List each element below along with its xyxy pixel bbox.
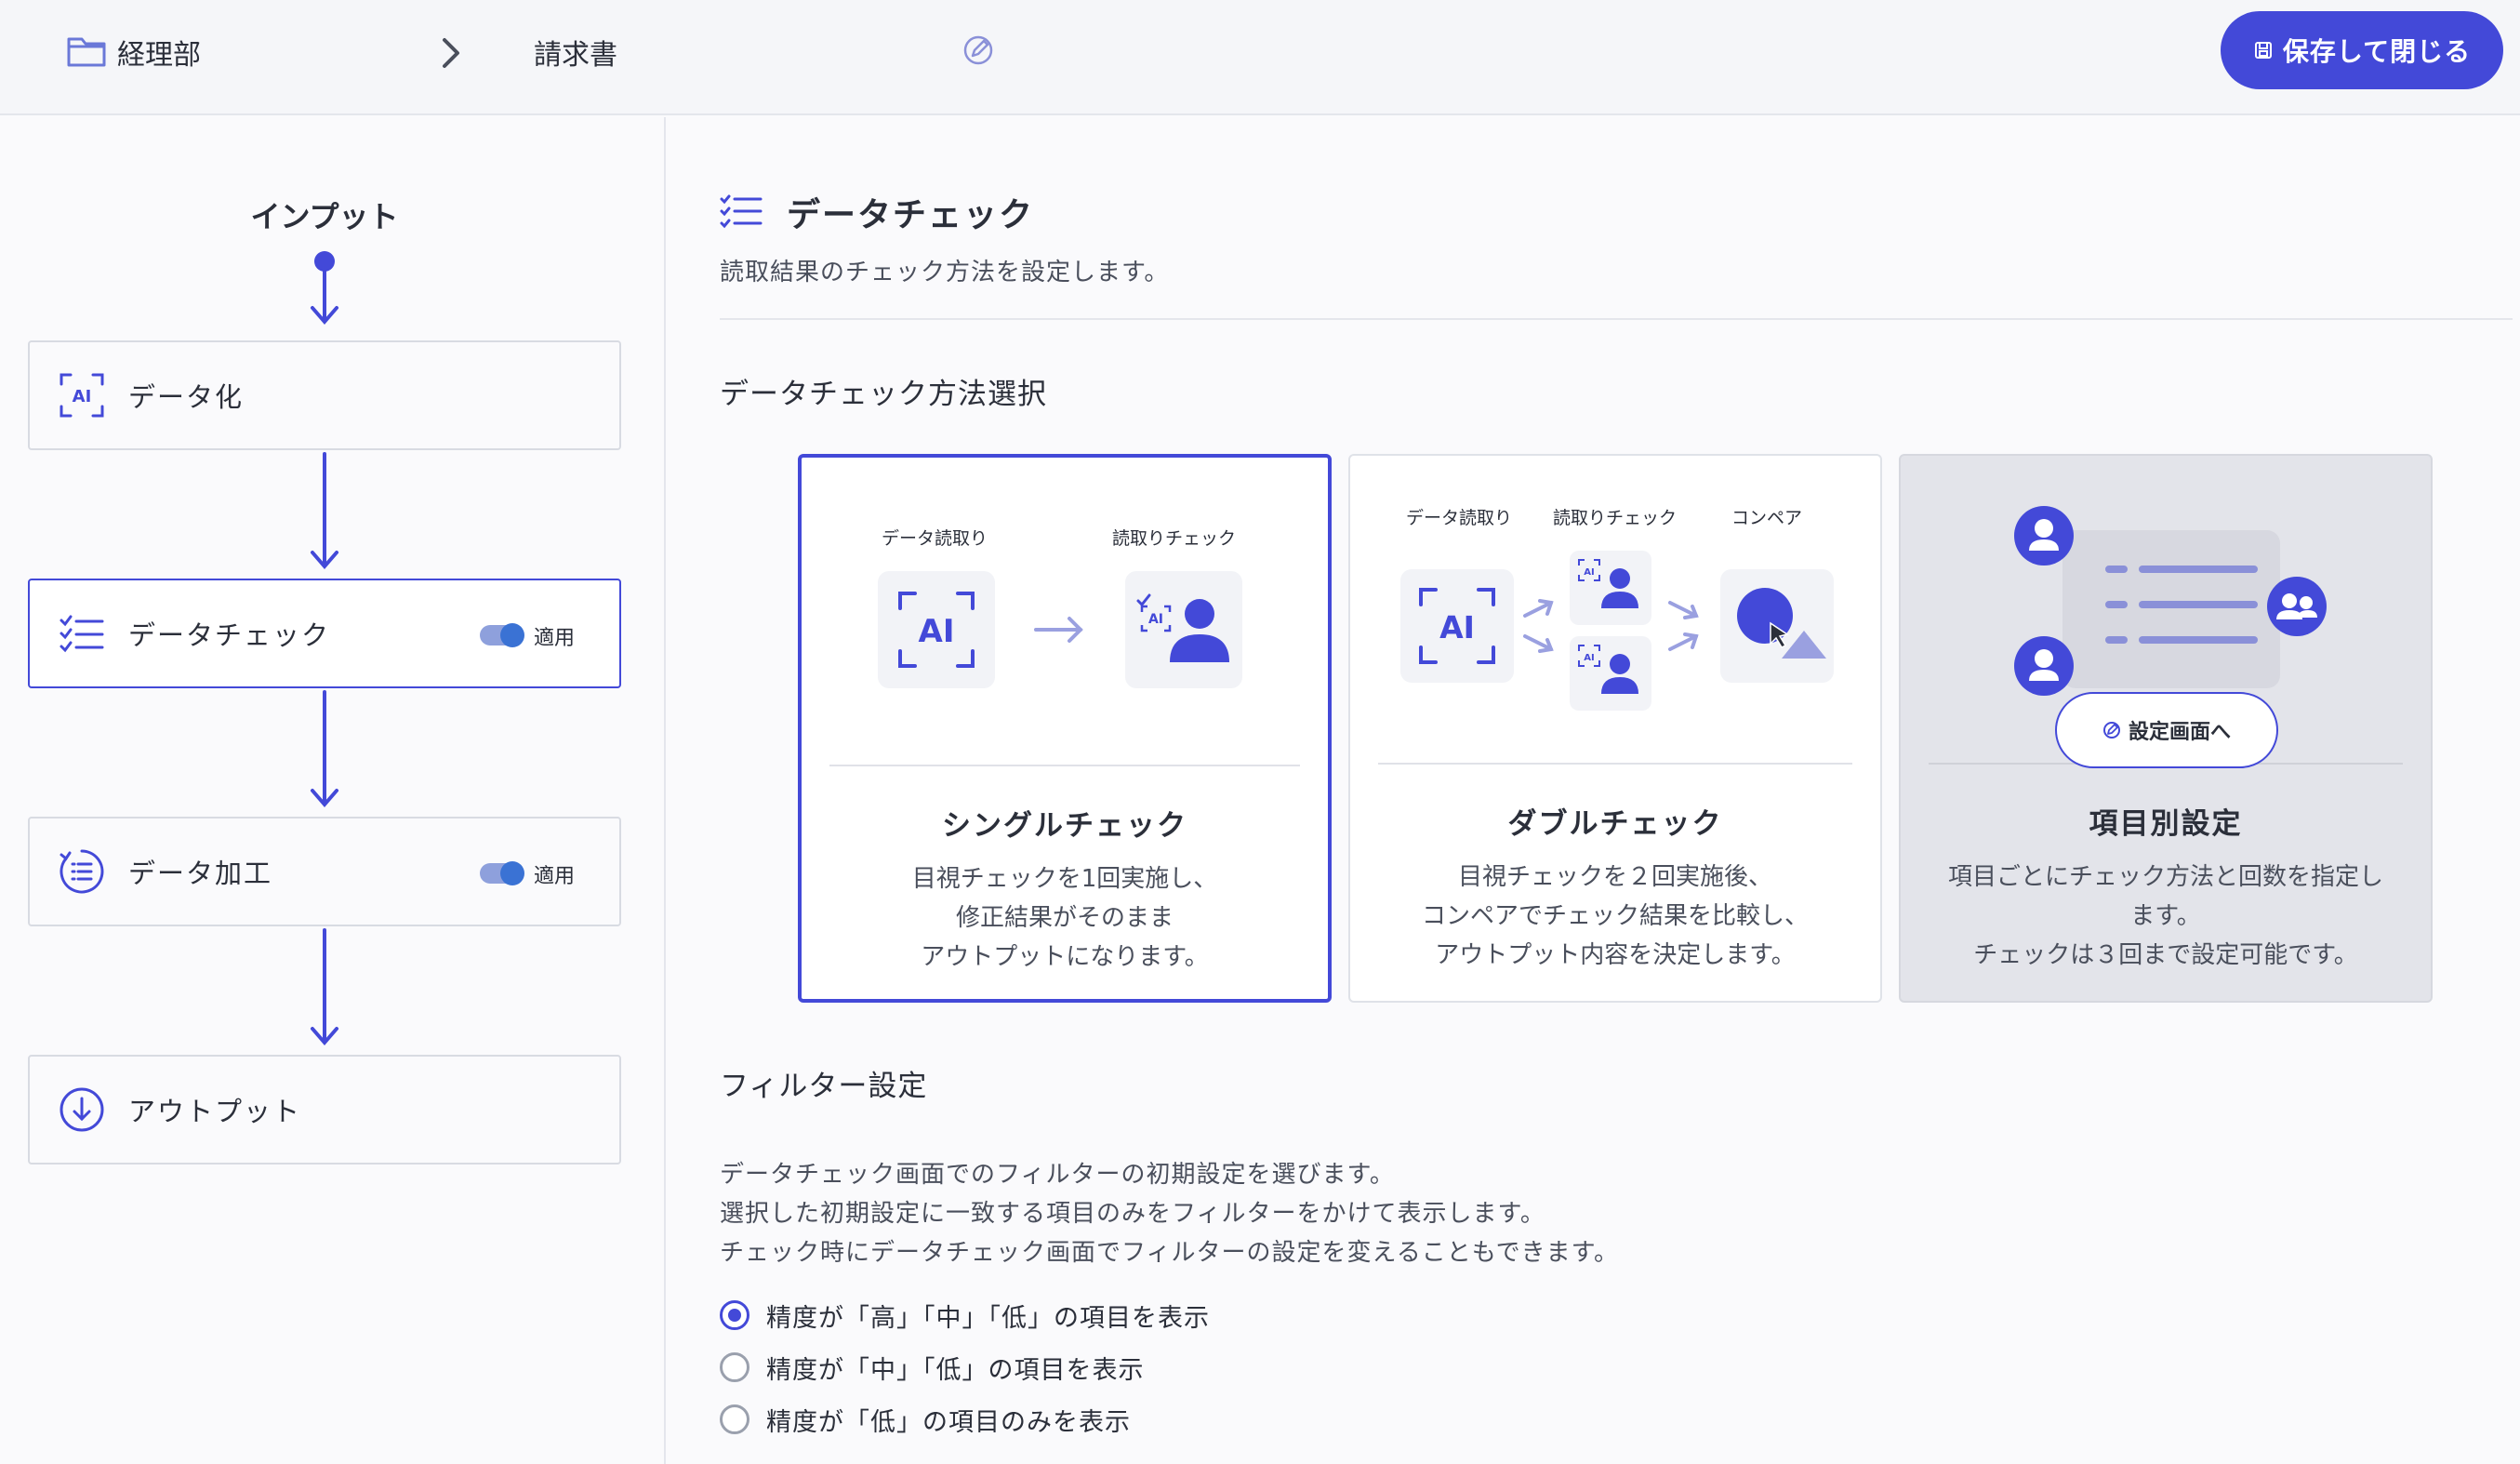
apply-toggle[interactable] — [480, 861, 524, 885]
section-title: データチェック — [787, 196, 1035, 234]
ai-read-icon: AI — [878, 571, 995, 688]
chevron-right-icon — [443, 38, 459, 68]
radio-label: 精度が「高」「中」「低」の項目を表示 — [766, 1303, 1210, 1333]
folder-icon — [67, 37, 106, 67]
open-settings-label: 設定画面へ — [2128, 721, 2231, 744]
card-description: 目視チェックを２回実施後、 コンペアでチェック結果を比較し、 アウトプット内容を… — [1369, 858, 1862, 975]
human-check-icon: AI — [1570, 551, 1651, 625]
filter-description: データチェック画面でのフィルターの初期設定を選びます。 選択した初期設定に一致す… — [720, 1155, 1619, 1272]
flow-node-label: データ加工 — [128, 858, 273, 889]
apply-toggle[interactable] — [480, 623, 524, 647]
radio-label: 精度が「低」の項目のみを表示 — [766, 1407, 1131, 1437]
filter-option-low-only[interactable]: 精度が「低」の項目のみを表示 — [720, 1401, 1131, 1438]
filter-title: フィルター設定 — [720, 1070, 928, 1103]
top-bar: 経理部 請求書 保存して閉じる — [0, 0, 2520, 115]
ai-read-icon: AI — [1400, 569, 1514, 683]
checklist-icon — [720, 194, 763, 229]
flow-node-label: データ化 — [128, 381, 245, 413]
edit-icon[interactable] — [962, 33, 995, 67]
radio-button[interactable] — [720, 1404, 749, 1434]
flow-node-output[interactable]: アウトプット — [28, 1055, 621, 1165]
method-select-title: データチェック方法選択 — [720, 378, 1047, 411]
edit-icon — [2102, 722, 2120, 739]
section-description: 読取結果のチェック方法を設定します。 — [720, 259, 1170, 286]
apply-toggle-label: 適用 — [533, 627, 575, 650]
card-separator — [829, 765, 1300, 766]
svg-text:AI: AI — [73, 387, 92, 406]
filter-description-line: チェック時にデータチェック画面でフィルターの設定を変えることもできます。 — [720, 1239, 1620, 1267]
human-check-icon: AI — [1570, 636, 1651, 711]
filter-description-line: データチェック画面でのフィルターの初期設定を選びます。 — [720, 1161, 1395, 1189]
card-description-line: チェックは３回まで設定可能です。 — [1973, 941, 2358, 969]
card-description-line: 目視チェックを２回実施後、 — [1457, 863, 1772, 891]
card-title: ダブルチェック — [1507, 807, 1723, 841]
svg-text:AI: AI — [1148, 612, 1163, 627]
checklist-icon — [60, 615, 104, 653]
split-arrows-icon — [1523, 599, 1554, 653]
flow-connectors — [311, 251, 338, 1046]
save-and-close-button[interactable]: 保存して閉じる — [2221, 11, 2503, 89]
card-description-line: 項目ごとにチェック方法と回数を指定し — [1947, 863, 2383, 891]
double-check-illustration: データ読取り 読取りチェック コンペア AI AI AI — [1350, 456, 1880, 763]
card-separator — [1378, 763, 1852, 765]
card-description-line: アウトプット内容を決定します。 — [1435, 941, 1796, 969]
filter-option-mid-low[interactable]: 精度が「中」「低」の項目を表示 — [720, 1349, 1145, 1386]
flow-node-label: データチェック — [128, 619, 331, 651]
breadcrumb-document: 請求書 — [534, 39, 617, 72]
breadcrumb-department[interactable]: 経理部 — [117, 32, 201, 73]
arrow-right-icon — [1034, 617, 1083, 643]
flow-node-data-conversion[interactable]: AI データ化 — [28, 340, 621, 450]
human-check-icon: AI — [1125, 571, 1242, 688]
compare-icon — [1720, 569, 1834, 683]
svg-text:AI: AI — [1439, 609, 1475, 645]
process-list-icon — [60, 849, 104, 894]
card-description-line: アウトプットになります。 — [921, 943, 1209, 971]
flow-node-data-processing[interactable]: データ加工 適用 — [28, 817, 621, 926]
card-description-line: コンペアでチェック結果を比較し、 — [1421, 902, 1809, 930]
apply-toggle-label: 適用 — [533, 865, 575, 888]
save-button-label: 保存して閉じる — [2282, 36, 2472, 67]
section-divider — [720, 318, 2513, 320]
settings-panel: データチェック 読取結果のチェック方法を設定します。 データチェック方法選択 デ… — [668, 117, 2520, 1464]
card-title: 項目別設定 — [2089, 807, 2243, 841]
illus-label: 読取りチェック — [1553, 508, 1678, 528]
single-check-illustration: データ読取り 読取りチェック AI AI — [802, 458, 1328, 765]
merge-arrows-icon — [1668, 601, 1699, 651]
illus-label: データ読取り — [1406, 508, 1513, 528]
card-description-line: 修正結果がそのまま — [955, 904, 1174, 932]
card-title: シングルチェック — [942, 809, 1187, 843]
card-description-line: ます。 — [2130, 902, 2201, 930]
filter-description-line: 選択した初期設定に一致する項目のみをフィルターをかけて表示します。 — [720, 1200, 1545, 1228]
ai-scan-icon: AI — [60, 373, 104, 418]
card-description-line: 目視チェックを1回実施し、 — [911, 865, 1218, 893]
single-check-card[interactable]: データ読取り 読取りチェック AI AI シングルチェック 目視チェックを1回実… — [798, 454, 1332, 1003]
flow-input-label: インプット — [250, 199, 399, 234]
illus-label: 読取りチェック — [1112, 528, 1237, 549]
flow-node-data-check[interactable]: データチェック 適用 — [28, 579, 621, 688]
card-description: 項目ごとにチェック方法と回数を指定し ます。 チェックは３回まで設定可能です。 — [1919, 858, 2412, 975]
svg-text:AI: AI — [1584, 567, 1594, 578]
filter-option-high-mid-low[interactable]: 精度が「高」「中」「低」の項目を表示 — [720, 1297, 1210, 1334]
radio-button[interactable] — [720, 1352, 749, 1382]
svg-text:AI: AI — [1584, 653, 1594, 663]
illus-label: コンペア — [1731, 508, 1803, 528]
double-check-card[interactable]: データ読取り 読取りチェック コンペア AI AI AI ダブルチェック 目視チ… — [1348, 454, 1882, 1003]
radio-button[interactable] — [720, 1300, 749, 1330]
card-description: 目視チェックを1回実施し、 修正結果がそのまま アウトプットになります。 — [820, 859, 1309, 977]
download-circle-icon — [60, 1087, 104, 1132]
radio-label: 精度が「中」「低」の項目を表示 — [766, 1355, 1145, 1385]
workflow-panel: インプット AI データ化 データチェック 適用 データ加工 適用 アウトプット — [0, 117, 666, 1464]
illus-label: データ読取り — [882, 528, 988, 549]
flow-node-label: アウトプット — [128, 1096, 302, 1127]
open-settings-button[interactable]: 設定画面へ — [2055, 692, 2278, 768]
item-wise-setting-card[interactable]: 設定画面へ 項目別設定 項目ごとにチェック方法と回数を指定し ます。 チェックは… — [1899, 454, 2433, 1003]
save-icon — [2254, 42, 2272, 59]
svg-text:AI: AI — [919, 613, 955, 650]
